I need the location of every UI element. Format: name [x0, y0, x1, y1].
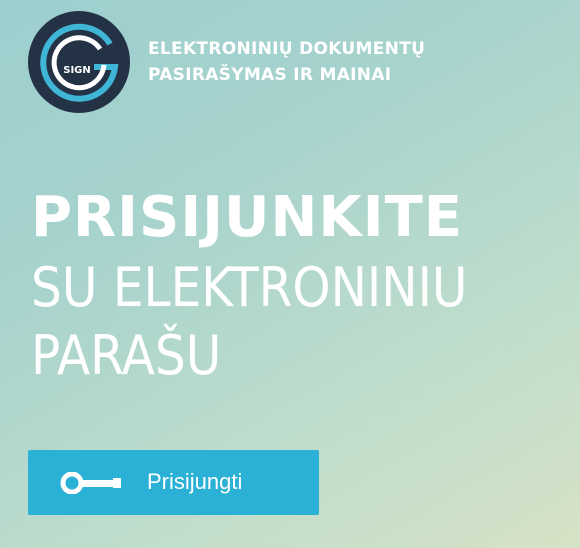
logo-text: SIGN: [63, 65, 91, 76]
headline-line-3: PARAŠU: [31, 324, 222, 387]
sign-logo-icon: SIGN: [28, 11, 130, 113]
headline-line-2: SU ELEKTRONINIU: [31, 256, 468, 319]
login-button-label: Prisijungti: [147, 469, 243, 494]
brand-line-2: PASIRAŠYMAS IR MAINAI: [148, 65, 392, 85]
brand-title: ELEKTRONINIŲ DOKUMENTŲ PASIRAŠYMAS IR MA…: [148, 36, 425, 88]
app-logo: SIGN: [28, 11, 130, 113]
login-button[interactable]: Prisijungti: [28, 450, 319, 515]
brand-line-1: ELEKTRONINIŲ DOKUMENTŲ: [148, 39, 426, 59]
key-icon: [60, 472, 121, 494]
headline: PRISIJUNKITE SU ELEKTRONINIU PARAŠU: [31, 186, 467, 390]
headline-line-1: PRISIJUNKITE: [31, 185, 464, 250]
